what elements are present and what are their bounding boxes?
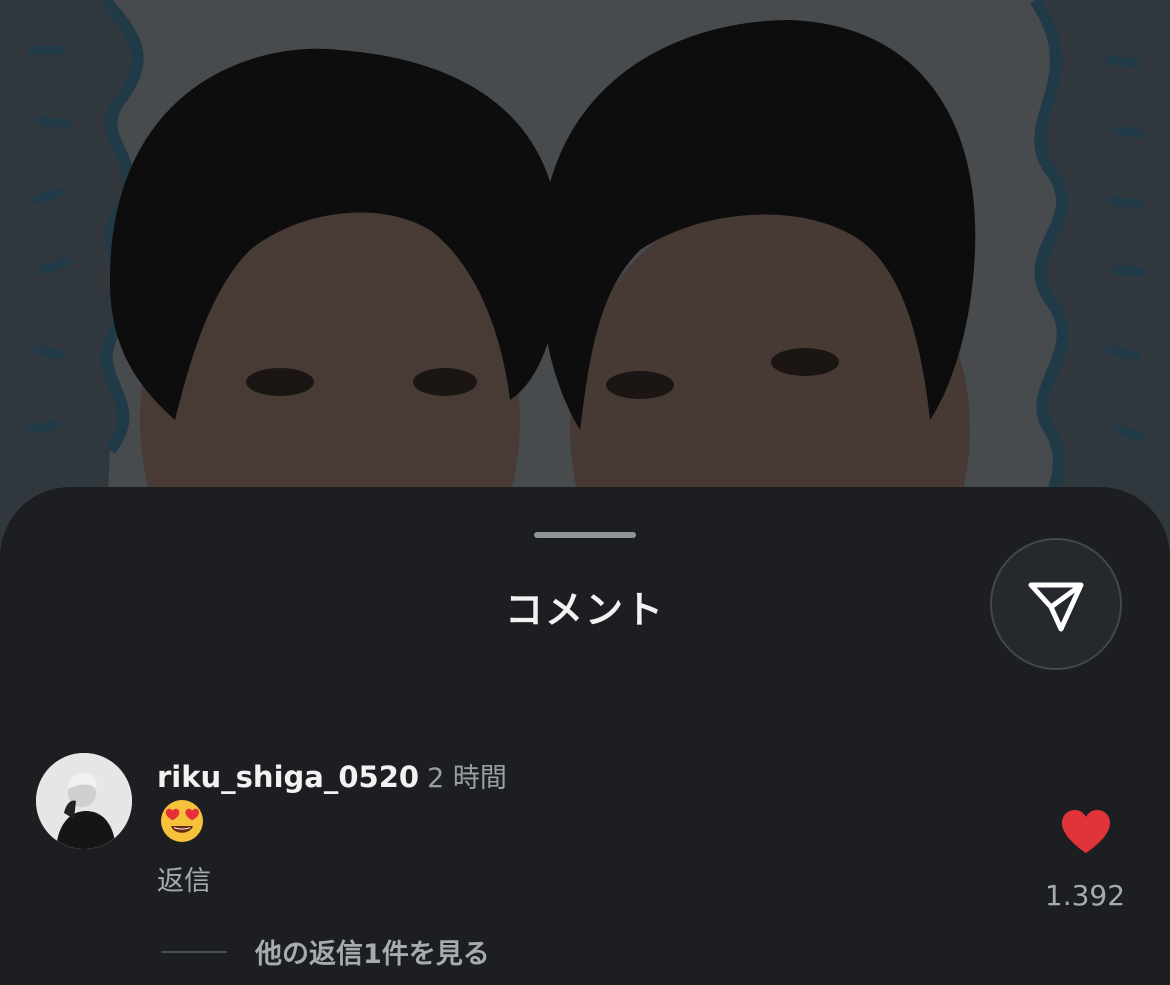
sheet-grabber[interactable] [534,532,636,538]
reply-divider-line [161,950,227,953]
comments-sheet: コメント riku_shiga_0520 2 時間 返信 1.392 他の返信1… [0,487,1170,985]
share-button[interactable] [990,538,1122,670]
comment-text [160,799,204,847]
avatar[interactable] [36,753,132,849]
avatar-image [36,753,132,849]
paper-plane-icon [1028,582,1084,632]
heart-icon [1062,810,1110,853]
comment-time: 2 時間 [427,763,507,794]
like-count: 1.392 [1044,879,1126,912]
heart-eyes-emoji-icon [161,800,203,842]
like-button[interactable] [1060,809,1112,855]
post-photo [0,0,1170,560]
view-more-replies[interactable]: 他の返信1件を見る [161,932,490,971]
comment-username[interactable]: riku_shiga_0520 [157,760,419,794]
comment-header: riku_shiga_0520 2 時間 [157,756,507,795]
reply-button[interactable]: 返信 [157,859,211,898]
view-more-replies-label: 他の返信1件を見る [255,939,490,970]
screen: コメント riku_shiga_0520 2 時間 返信 1.392 他の返信1… [0,0,1170,985]
